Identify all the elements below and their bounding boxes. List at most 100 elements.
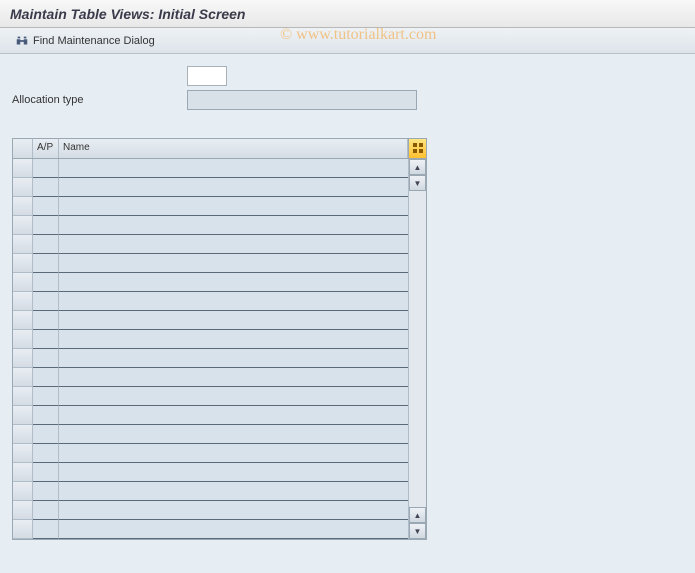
row-selector[interactable] — [13, 311, 33, 330]
cell-ap[interactable] — [33, 463, 59, 482]
cell-name[interactable] — [59, 444, 408, 463]
cell-name[interactable] — [59, 330, 408, 349]
row-selector[interactable] — [13, 501, 33, 520]
row-selector[interactable] — [13, 197, 33, 216]
row-selector[interactable] — [13, 273, 33, 292]
table-row — [13, 159, 408, 178]
row-selector[interactable] — [13, 235, 33, 254]
column-header-selector[interactable] — [13, 139, 33, 158]
cell-ap[interactable] — [33, 520, 59, 539]
allocation-type-row: Allocation type — [12, 90, 683, 110]
cell-name[interactable] — [59, 463, 408, 482]
row-selector[interactable] — [13, 368, 33, 387]
cell-name[interactable] — [59, 273, 408, 292]
allocation-type-input[interactable] — [187, 90, 417, 110]
cell-ap[interactable] — [33, 273, 59, 292]
row-selector[interactable] — [13, 444, 33, 463]
cell-ap[interactable] — [33, 254, 59, 273]
cell-name[interactable] — [59, 349, 408, 368]
cell-ap[interactable] — [33, 235, 59, 254]
cell-ap[interactable] — [33, 330, 59, 349]
find-maintenance-dialog-button[interactable]: Find Maintenance Dialog — [8, 31, 162, 51]
table-row — [13, 482, 408, 501]
row-selector[interactable] — [13, 178, 33, 197]
scroll-up-button[interactable]: ▲ — [409, 159, 426, 175]
vertical-scrollbar[interactable]: ▲ ▼ ▲ ▼ — [408, 159, 426, 539]
column-header-name[interactable]: Name — [59, 139, 408, 158]
cell-name[interactable] — [59, 235, 408, 254]
cell-name[interactable] — [59, 387, 408, 406]
cell-name[interactable] — [59, 520, 408, 539]
scroll-up-button-2[interactable]: ▼ — [409, 175, 426, 191]
table-row — [13, 444, 408, 463]
column-header-ap[interactable]: A/P — [33, 139, 59, 158]
cell-ap[interactable] — [33, 197, 59, 216]
cell-name[interactable] — [59, 292, 408, 311]
cell-ap[interactable] — [33, 444, 59, 463]
chevron-down-icon: ▼ — [414, 527, 422, 536]
table-row — [13, 387, 408, 406]
table-container: A/P Name ▲ ▼ ▲ — [12, 138, 427, 540]
chevron-up-icon: ▲ — [414, 163, 422, 172]
cell-ap[interactable] — [33, 501, 59, 520]
row-selector[interactable] — [13, 520, 33, 539]
cell-name[interactable] — [59, 216, 408, 235]
cell-ap[interactable] — [33, 349, 59, 368]
cell-ap[interactable] — [33, 406, 59, 425]
cell-ap[interactable] — [33, 159, 59, 178]
table-body — [13, 159, 408, 539]
table-row — [13, 292, 408, 311]
row-selector[interactable] — [13, 387, 33, 406]
table-row — [13, 463, 408, 482]
small-input-field[interactable] — [187, 66, 227, 86]
table-row — [13, 235, 408, 254]
row-selector[interactable] — [13, 159, 33, 178]
cell-ap[interactable] — [33, 387, 59, 406]
row-selector[interactable] — [13, 292, 33, 311]
cell-name[interactable] — [59, 425, 408, 444]
row-selector[interactable] — [13, 463, 33, 482]
table-row — [13, 501, 408, 520]
cell-ap[interactable] — [33, 368, 59, 387]
table-row — [13, 254, 408, 273]
binoculars-icon — [15, 34, 29, 48]
cell-name[interactable] — [59, 254, 408, 273]
row-selector[interactable] — [13, 254, 33, 273]
cell-ap[interactable] — [33, 292, 59, 311]
cell-name[interactable] — [59, 406, 408, 425]
row-selector[interactable] — [13, 349, 33, 368]
table-row — [13, 520, 408, 539]
table-settings-button[interactable] — [408, 139, 426, 158]
allocation-type-label: Allocation type — [12, 94, 187, 106]
scroll-down-button[interactable]: ▼ — [409, 523, 426, 539]
row-selector[interactable] — [13, 216, 33, 235]
cell-name[interactable] — [59, 501, 408, 520]
cell-name[interactable] — [59, 482, 408, 501]
cell-name[interactable] — [59, 311, 408, 330]
cell-ap[interactable] — [33, 311, 59, 330]
row-selector[interactable] — [13, 482, 33, 501]
table-row — [13, 311, 408, 330]
cell-name[interactable] — [59, 368, 408, 387]
row-selector[interactable] — [13, 406, 33, 425]
row-selector[interactable] — [13, 330, 33, 349]
cell-ap[interactable] — [33, 425, 59, 444]
table-settings-icon — [413, 140, 423, 158]
cell-ap[interactable] — [33, 482, 59, 501]
cell-ap[interactable] — [33, 178, 59, 197]
chevron-up-icon: ▲ — [414, 511, 422, 520]
cell-name[interactable] — [59, 197, 408, 216]
table-row — [13, 349, 408, 368]
table-body-wrapper: ▲ ▼ ▲ ▼ — [13, 159, 426, 539]
cell-name[interactable] — [59, 178, 408, 197]
content-area: Allocation type A/P Name ▲ ▼ — [0, 54, 695, 573]
chevron-down-icon: ▼ — [414, 179, 422, 188]
cell-name[interactable] — [59, 159, 408, 178]
table-row — [13, 425, 408, 444]
row-selector[interactable] — [13, 425, 33, 444]
table-row — [13, 330, 408, 349]
scroll-down-button-2[interactable]: ▲ — [409, 507, 426, 523]
scrollbar-track[interactable] — [409, 191, 426, 507]
cell-ap[interactable] — [33, 216, 59, 235]
title-bar: Maintain Table Views: Initial Screen — [0, 0, 695, 28]
